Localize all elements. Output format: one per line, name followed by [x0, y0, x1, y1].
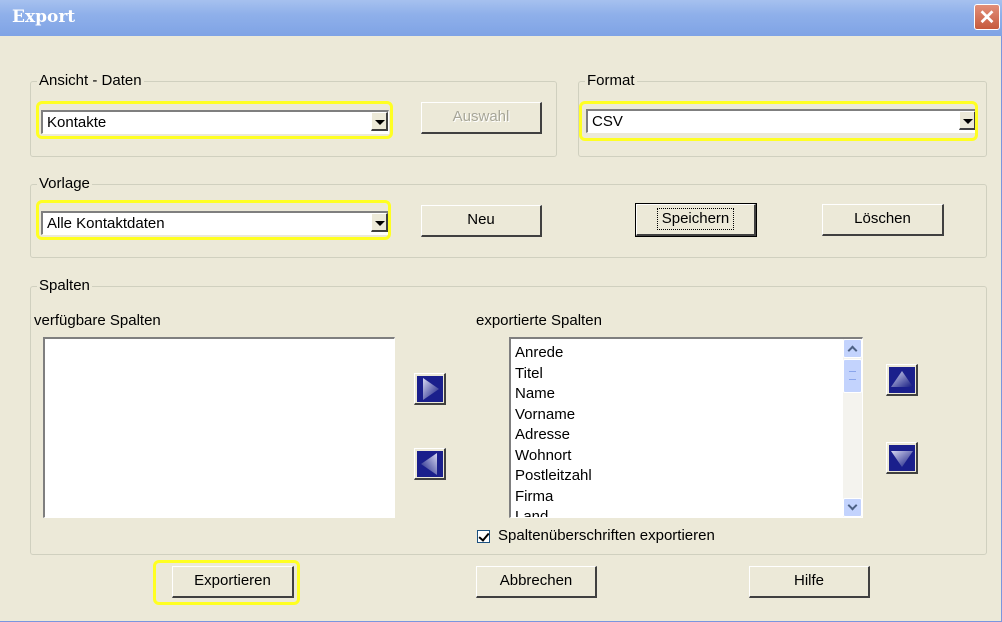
list-item[interactable]: Vorname — [511, 405, 862, 426]
ansicht-select[interactable]: Kontakte — [41, 110, 389, 134]
move-right-button[interactable] — [414, 373, 446, 405]
format-legend: Format — [585, 72, 637, 90]
neu-button[interactable]: Neu — [421, 205, 542, 237]
list-item[interactable]: Name — [511, 384, 862, 405]
exported-columns-label: exportierte Spalten — [476, 312, 602, 329]
arrow-left-icon — [417, 451, 443, 477]
chevron-down-icon[interactable] — [371, 213, 388, 232]
format-select[interactable]: CSV — [586, 109, 977, 133]
move-left-button[interactable] — [414, 448, 446, 480]
list-item[interactable]: Adresse — [511, 425, 862, 446]
ansicht-select-value: Kontakte — [47, 114, 107, 131]
speichern-button-label: Speichern — [656, 208, 735, 230]
list-item[interactable]: Wohnort — [511, 446, 862, 467]
list-item[interactable]: Postleitzahl — [511, 466, 862, 487]
arrow-right-icon — [417, 376, 443, 402]
vorlage-legend: Vorlage — [37, 175, 92, 193]
scroll-thumb[interactable] — [843, 359, 862, 393]
abbrechen-button[interactable]: Abbrechen — [476, 566, 597, 598]
list-item[interactable]: Firma — [511, 487, 862, 508]
exportieren-button-label: Exportieren — [194, 572, 271, 589]
arrow-down-icon — [889, 445, 915, 471]
close-icon[interactable]: ✕ — [974, 4, 1000, 30]
vorlage-select[interactable]: Alle Kontaktdaten — [41, 211, 389, 235]
export-dialog: Export ✕ Ansicht - Daten Kontakte Auswah… — [0, 0, 1002, 622]
export-headers-label[interactable]: Spaltenüberschriften exportieren — [498, 527, 715, 545]
vertical-scrollbar[interactable] — [843, 339, 862, 517]
window-title: Export — [12, 7, 76, 27]
available-columns-list[interactable] — [43, 337, 395, 518]
scroll-up-icon[interactable] — [843, 339, 862, 358]
available-columns-label: verfügbare Spalten — [34, 312, 161, 329]
arrow-up-icon — [889, 367, 915, 393]
scroll-down-icon[interactable] — [843, 498, 862, 517]
format-select-value: CSV — [592, 113, 623, 130]
move-up-button[interactable] — [886, 364, 918, 396]
list-item[interactable]: Land — [511, 507, 862, 517]
exported-columns-items: Anrede Titel Name Vorname Adresse Wohnort Post… — [511, 339, 862, 517]
neu-button-label: Neu — [467, 211, 495, 228]
loeschen-button-label: Löschen — [854, 210, 911, 227]
chevron-down-icon[interactable] — [371, 112, 388, 131]
export-headers-checkbox[interactable] — [477, 530, 490, 543]
auswahl-button[interactable]: Auswahl — [421, 102, 542, 134]
ansicht-daten-legend: Ansicht - Daten — [37, 72, 144, 90]
move-down-button[interactable] — [886, 442, 918, 474]
hilfe-button[interactable]: Hilfe — [749, 566, 870, 598]
list-item[interactable]: Titel — [511, 364, 862, 385]
spalten-legend: Spalten — [37, 277, 92, 295]
loeschen-button[interactable]: Löschen — [822, 204, 944, 236]
chevron-down-icon[interactable] — [959, 111, 976, 130]
hilfe-button-label: Hilfe — [793, 572, 824, 589]
title-bar[interactable]: Export ✕ — [0, 0, 1002, 36]
exportieren-button[interactable]: Exportieren — [172, 566, 294, 598]
abbrechen-button-label: Abbrechen — [499, 572, 573, 589]
exported-columns-list[interactable]: Anrede Titel Name Vorname Adresse Wohnort Post… — [509, 337, 863, 518]
list-item[interactable]: Anrede — [511, 343, 862, 364]
vorlage-select-value: Alle Kontaktdaten — [47, 215, 165, 232]
auswahl-button-label: Auswahl — [452, 108, 510, 125]
speichern-button[interactable]: Speichern — [635, 203, 757, 237]
